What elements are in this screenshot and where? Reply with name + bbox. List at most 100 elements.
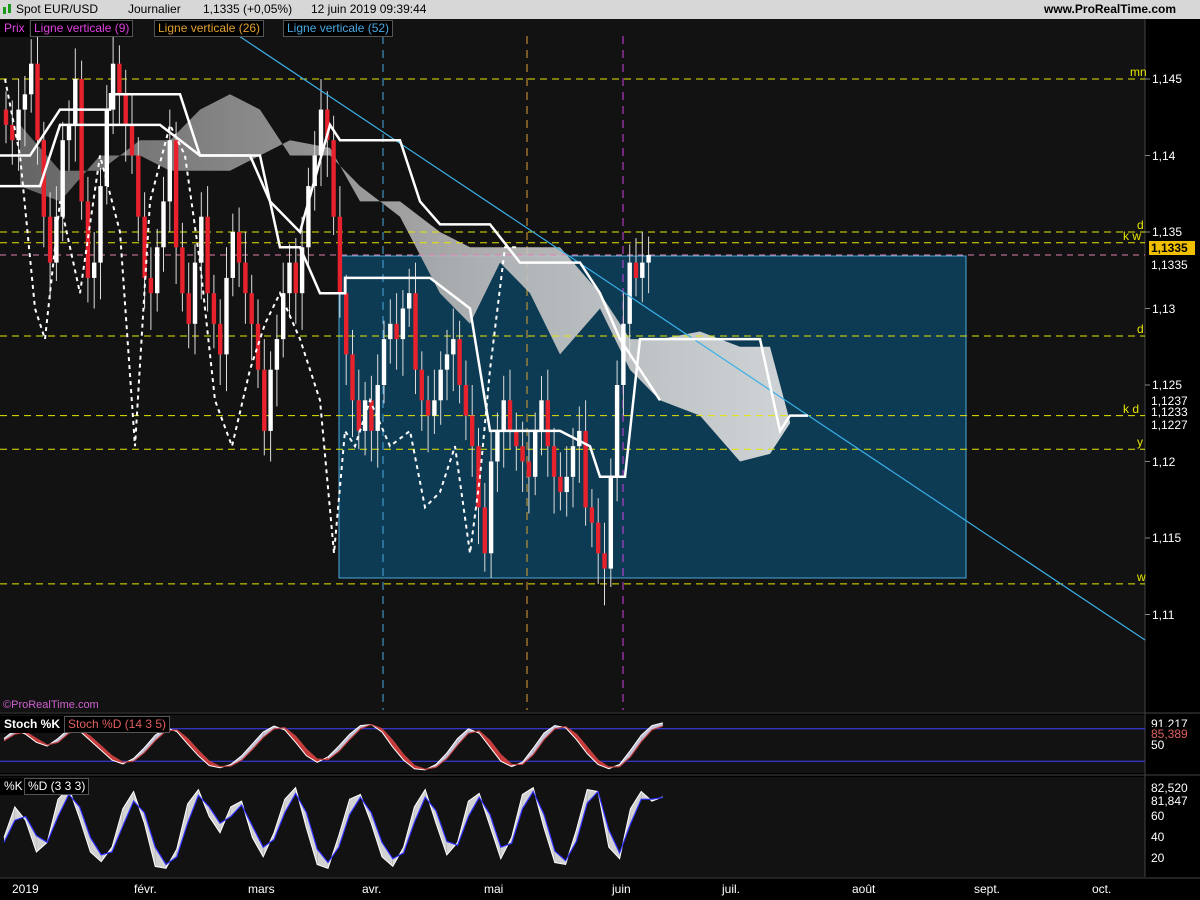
candle-body bbox=[249, 293, 254, 324]
stoch2-label-d[interactable]: %D (3 3 3) bbox=[24, 778, 90, 795]
candle-body bbox=[507, 400, 513, 431]
candle-body bbox=[388, 323, 393, 340]
candle-body bbox=[255, 323, 261, 370]
candle-body bbox=[218, 323, 223, 355]
candle-body bbox=[545, 400, 550, 447]
candle-body bbox=[646, 254, 651, 263]
month-label: août bbox=[852, 882, 876, 896]
candle-body bbox=[136, 155, 141, 217]
candle-body bbox=[356, 400, 361, 431]
candle-body bbox=[633, 262, 639, 278]
candle-body bbox=[558, 476, 563, 493]
candle-body bbox=[167, 140, 172, 202]
ichimoku-value-3: 1,1227 bbox=[1149, 418, 1195, 432]
stoch2-panel bbox=[0, 777, 1145, 877]
candle-body bbox=[482, 507, 487, 554]
candle-body bbox=[344, 293, 349, 355]
price-tick-label: 1,115 bbox=[1152, 531, 1182, 545]
candle-body bbox=[293, 262, 298, 294]
candle-body bbox=[488, 461, 494, 554]
candle-body bbox=[350, 354, 355, 401]
stoch1-label-d[interactable]: Stoch %D (14 3 5) bbox=[64, 716, 171, 733]
candle-body bbox=[407, 293, 412, 309]
candle-body bbox=[22, 94, 28, 110]
candle-body bbox=[199, 216, 204, 263]
candle-body bbox=[60, 140, 65, 217]
instrument-name: Spot EUR/USD bbox=[16, 2, 99, 16]
candle-body bbox=[29, 63, 34, 95]
ichimoku-value-2: 1,1233 bbox=[1149, 406, 1195, 418]
candle-body bbox=[520, 446, 525, 462]
candle-body bbox=[47, 216, 53, 263]
candle-body bbox=[501, 400, 506, 431]
candle-body bbox=[35, 63, 40, 141]
candle-body bbox=[608, 476, 613, 569]
candle-body bbox=[331, 140, 336, 217]
candle-body bbox=[104, 109, 109, 187]
current-price-box: 1,1335 bbox=[1149, 241, 1195, 255]
stoch2-value-k: 82,520 bbox=[1149, 781, 1195, 795]
candle-body bbox=[369, 400, 374, 431]
candle-body bbox=[470, 415, 475, 447]
datetime-label: 12 juin 2019 09:39:44 bbox=[311, 2, 427, 16]
level-tag: y bbox=[1137, 435, 1143, 450]
month-label: 2019 bbox=[12, 882, 39, 896]
month-label: juin bbox=[612, 882, 631, 896]
candle-body bbox=[570, 446, 576, 477]
candle-body bbox=[129, 124, 135, 156]
candle-body bbox=[85, 201, 91, 278]
level-tag: k d bbox=[1123, 401, 1140, 416]
candle-body bbox=[375, 385, 380, 431]
site-label: www.ProRealTime.com bbox=[1044, 2, 1177, 16]
price-tick-label: 1,12 bbox=[1152, 454, 1176, 469]
month-label: mai bbox=[484, 882, 504, 896]
candle-body bbox=[173, 140, 179, 248]
candle-body bbox=[262, 369, 267, 431]
chart-canvas bbox=[0, 0, 1200, 900]
stoch2-tick-60: 60 bbox=[1151, 809, 1165, 823]
candle-body bbox=[425, 400, 431, 416]
candle-body bbox=[533, 430, 538, 477]
price-tick-label: 1,145 bbox=[1152, 72, 1183, 86]
legend-vline-9[interactable]: Ligne verticale (9) bbox=[30, 20, 134, 37]
watermark: ©ProRealTime.com bbox=[3, 699, 99, 711]
candle-body bbox=[148, 277, 154, 294]
candle-body bbox=[123, 94, 128, 125]
level-tag: w bbox=[1137, 569, 1146, 584]
candle-body bbox=[602, 553, 607, 569]
candle-body bbox=[463, 385, 469, 416]
legend-prix[interactable]: Prix bbox=[0, 20, 29, 37]
candle-body bbox=[98, 186, 103, 263]
candle-body bbox=[514, 430, 519, 447]
month-label: juil. bbox=[722, 882, 741, 896]
candle-body bbox=[564, 476, 569, 493]
level-tag: mn bbox=[1130, 65, 1147, 79]
candle-body bbox=[444, 354, 450, 370]
candle-body bbox=[73, 79, 78, 125]
candle-body bbox=[413, 293, 418, 370]
month-label: oct. bbox=[1092, 882, 1112, 896]
candle-body bbox=[287, 262, 292, 294]
candle-body bbox=[161, 201, 166, 248]
price-tick-label: 1,125 bbox=[1152, 378, 1183, 392]
candle-body bbox=[268, 369, 273, 431]
stoch2-tick-40: 40 bbox=[1151, 830, 1165, 844]
stoch2-label-k[interactable]: %K bbox=[0, 778, 27, 795]
candle-body bbox=[236, 232, 242, 263]
candle-body bbox=[419, 369, 424, 401]
legend-vline-52[interactable]: Ligne verticale (52) bbox=[283, 20, 394, 37]
quote-label: 1,1335 (+0,05%) bbox=[203, 2, 293, 16]
analysis-rectangle bbox=[338, 255, 967, 579]
month-label: févr. bbox=[134, 882, 157, 896]
candle-body bbox=[243, 262, 248, 294]
candle-body bbox=[274, 339, 280, 370]
level-tag: k w bbox=[1123, 228, 1141, 243]
legend-vline-26[interactable]: Ligne verticale (26) bbox=[154, 20, 265, 37]
month-label: sept. bbox=[974, 882, 1001, 896]
top-bar: Spot EUR/USD Journalier 1,1335 (+0,05%) … bbox=[0, 0, 1200, 19]
stoch2-value-d: 81,847 bbox=[1149, 794, 1195, 808]
candle-body bbox=[394, 323, 399, 340]
stoch2-tick-20: 20 bbox=[1151, 851, 1165, 865]
candle-body bbox=[66, 124, 72, 141]
stoch1-label-k[interactable]: Stoch %K bbox=[0, 716, 65, 733]
